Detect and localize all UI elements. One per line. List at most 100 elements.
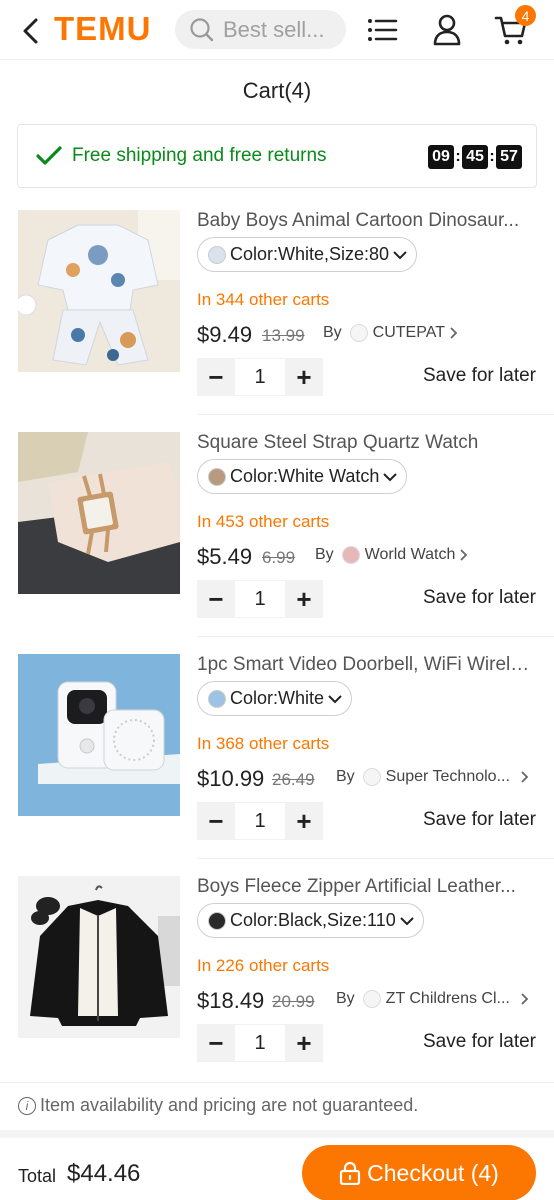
original-price: 26.49	[272, 770, 315, 789]
product-image-baby-outfit[interactable]	[18, 210, 180, 372]
variant-label: Color:White,Size:80	[230, 244, 390, 264]
sale-price: $9.49	[197, 322, 253, 347]
product-title[interactable]: 1pc Smart Video Doorbell, WiFi Wireless.…	[197, 654, 537, 676]
quantity-value[interactable]: 1	[235, 1024, 285, 1062]
divider	[197, 414, 554, 415]
total-label: Total	[18, 1166, 57, 1186]
product-image-leather-jacket[interactable]	[18, 876, 180, 1038]
decrease-qty-button[interactable]: −	[197, 802, 235, 840]
search-icon	[190, 17, 214, 41]
chevron-down-icon	[400, 916, 414, 925]
quantity-stepper: − 1 +	[197, 1024, 323, 1062]
store-logo	[362, 768, 381, 786]
lock-icon	[340, 1161, 361, 1185]
list-icon	[368, 19, 398, 41]
store-name: CUTEPAT	[372, 324, 445, 341]
product-image-watch[interactable]	[18, 432, 180, 594]
original-price: 20.99	[272, 992, 315, 1011]
quantity-value[interactable]: 1	[235, 802, 285, 840]
checkout-button[interactable]: Checkout (4)	[302, 1145, 536, 1200]
save-for-later-button[interactable]: Save for later	[423, 587, 536, 609]
original-price: 6.99	[262, 548, 296, 567]
store-name: ZT Childrens Cl...	[385, 990, 510, 1007]
quantity-stepper: − 1 +	[197, 802, 323, 840]
back-button[interactable]	[16, 16, 44, 46]
increase-qty-button[interactable]: +	[285, 802, 323, 840]
save-for-later-button[interactable]: Save for later	[423, 1031, 536, 1053]
product-title[interactable]: Square Steel Strap Quartz Watch	[197, 432, 537, 454]
product-image-doorbell[interactable]	[18, 654, 180, 816]
chevron-down-icon	[383, 472, 398, 481]
cart-count-badge: 4	[515, 5, 536, 26]
user-icon	[433, 14, 461, 46]
by-label: By	[336, 990, 355, 1007]
variant-selector[interactable]: Color:White	[197, 681, 353, 716]
page-title: Cart(4)	[242, 78, 312, 103]
top-bar: TEMU 4	[0, 0, 554, 60]
divider	[197, 858, 554, 859]
decrease-qty-button[interactable]: −	[197, 1024, 235, 1062]
quantity-stepper: − 1 +	[197, 580, 323, 618]
availability-note: i Item availability and pricing are not …	[0, 1082, 554, 1128]
chevron-down-icon	[328, 694, 342, 703]
popularity-text: In 226 other carts	[197, 956, 330, 975]
increase-qty-button[interactable]: +	[285, 580, 323, 618]
chevron-right-icon	[521, 993, 529, 1005]
increase-qty-button[interactable]: +	[285, 358, 323, 396]
search-box[interactable]	[175, 10, 346, 49]
variant-swatch	[208, 689, 226, 708]
temu-logo[interactable]: TEMU	[54, 10, 152, 48]
cart-item: 1pc Smart Video Doorbell, WiFi Wireless.…	[0, 654, 554, 876]
product-title[interactable]: Baby Boys Animal Cartoon Dinosaur...	[197, 210, 537, 232]
checkout-label: Checkout (4)	[367, 1159, 499, 1186]
availability-text: Item availability and pricing are not gu…	[40, 1095, 419, 1115]
save-for-later-button[interactable]: Save for later	[423, 809, 536, 831]
chevron-down-icon	[393, 250, 407, 259]
chevron-right-icon	[450, 327, 458, 339]
total-amount: $44.46	[67, 1160, 141, 1187]
variant-swatch	[208, 467, 226, 486]
by-label: By	[315, 546, 334, 563]
store-logo	[349, 324, 368, 342]
countdown-timer: 09 : 45 : 57	[428, 145, 522, 169]
variant-label: Color:White Watch	[230, 466, 380, 486]
quantity-value[interactable]: 1	[235, 580, 285, 618]
popularity-text: In 368 other carts	[197, 734, 330, 753]
save-for-later-button[interactable]: Save for later	[423, 365, 536, 387]
store-name: World Watch	[364, 546, 456, 563]
info-icon: i	[18, 1096, 36, 1115]
cart-item: Square Steel Strap Quartz Watch Color:Wh…	[0, 432, 554, 654]
store-link[interactable]: By ZT Childrens Cl...	[336, 990, 530, 1008]
checkmark-icon	[36, 146, 62, 165]
shipping-banner[interactable]: Free shipping and free returns 09 : 45 :…	[17, 124, 537, 188]
decrease-qty-button[interactable]: −	[197, 580, 235, 618]
store-link[interactable]: By CUTEPAT	[323, 324, 459, 342]
quantity-value[interactable]: 1	[235, 358, 285, 396]
sale-price: $18.49	[197, 988, 265, 1013]
increase-qty-button[interactable]: +	[285, 1024, 323, 1062]
store-link[interactable]: By World Watch	[315, 546, 469, 564]
variant-swatch	[208, 245, 226, 264]
timer-seconds: 57	[496, 145, 522, 169]
decrease-qty-button[interactable]: −	[197, 358, 235, 396]
cart-item: Boys Fleece Zipper Artificial Leather...…	[0, 876, 554, 1098]
timer-hours: 09	[428, 145, 454, 169]
store-logo	[341, 546, 360, 564]
search-input[interactable]	[223, 16, 333, 43]
by-label: By	[336, 768, 355, 785]
checkout-bar: Total $44.46 Checkout (4)	[0, 1130, 554, 1200]
sale-price: $10.99	[197, 766, 265, 791]
variant-swatch	[208, 911, 226, 930]
store-link[interactable]: By Super Technolo...	[336, 768, 530, 786]
product-title[interactable]: Boys Fleece Zipper Artificial Leather...	[197, 876, 537, 898]
account-button[interactable]	[429, 12, 465, 48]
store-logo	[362, 990, 381, 1008]
variant-selector[interactable]: Color:White Watch	[197, 459, 408, 494]
chevron-left-icon	[23, 18, 38, 44]
menu-list-button[interactable]	[364, 12, 400, 48]
shipping-text: Free shipping and free returns	[72, 145, 327, 166]
divider	[197, 636, 554, 637]
variant-selector[interactable]: Color:Black,Size:110	[197, 903, 424, 938]
variant-selector[interactable]: Color:White,Size:80	[197, 237, 418, 272]
variant-label: Color:Black,Size:110	[230, 910, 396, 930]
